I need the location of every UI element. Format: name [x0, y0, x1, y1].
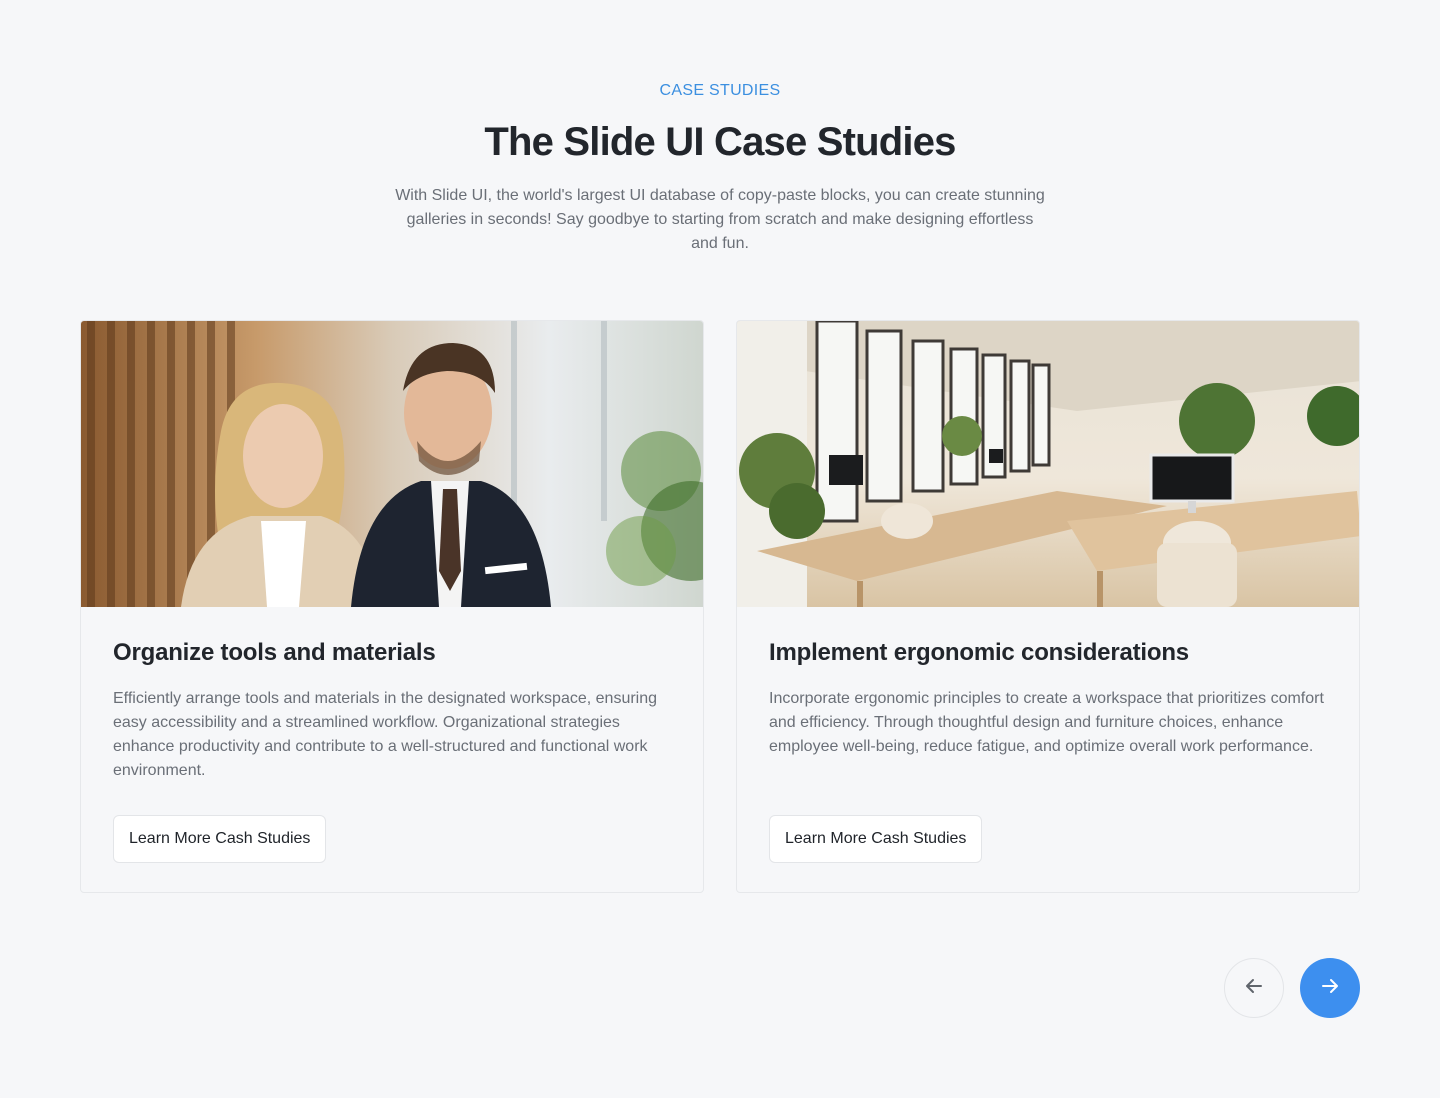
section-title: The Slide UI Case Studies: [484, 120, 956, 164]
business-people-image: [81, 321, 703, 607]
card-title: Implement ergonomic considerations: [769, 639, 1189, 666]
arrow-right-icon: [1319, 975, 1341, 1002]
section-subtitle: With Slide UI, the world's largest UI da…: [395, 187, 1045, 252]
card-description: Efficiently arrange tools and materials …: [113, 690, 658, 779]
card-description: Incorporate ergonomic principles to crea…: [769, 690, 1324, 755]
section-eyebrow: CASE STUDIES: [659, 82, 781, 99]
learn-more-button[interactable]: Learn More Cash Studies: [113, 815, 327, 863]
previous-slide-button[interactable]: [1224, 958, 1284, 1018]
learn-more-button[interactable]: Learn More Cash Studies: [769, 815, 983, 863]
arrow-left-icon: [1243, 975, 1265, 1002]
case-study-card: Organize tools and materials Efficiently…: [80, 320, 704, 893]
office-interior-image: [737, 321, 1359, 607]
case-study-card: Implement ergonomic considerations Incor…: [736, 320, 1360, 893]
next-slide-button[interactable]: [1300, 958, 1360, 1018]
card-title: Organize tools and materials: [113, 639, 436, 666]
